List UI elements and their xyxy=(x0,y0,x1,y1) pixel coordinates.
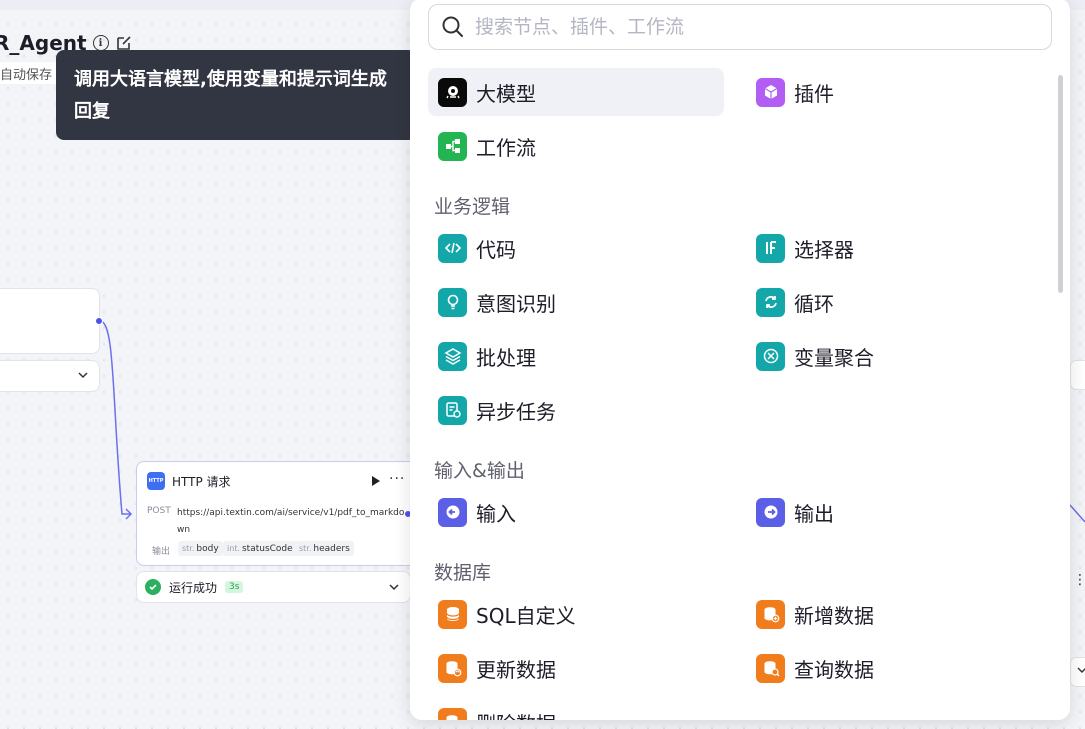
llm-icon xyxy=(438,77,467,107)
node-item-intent[interactable]: 意图识别 xyxy=(428,278,724,326)
canvas-node-fragment[interactable] xyxy=(0,288,100,354)
llm-tooltip: 调用大语言模型,使用变量和提示词生成回复 xyxy=(56,50,416,140)
node-item-async-task[interactable]: 异步任务 xyxy=(428,386,724,434)
node-item-update-data[interactable]: 更新数据 xyxy=(428,644,724,692)
add-node-panel: 大模型 插件 工作流 业务逻辑 代码 选择器 意图识别 循环 xyxy=(410,0,1070,720)
node-status-dropdown[interactable] xyxy=(0,360,100,392)
node-item-add-data[interactable]: 新增数据 xyxy=(746,590,1042,638)
loop-icon xyxy=(756,287,785,317)
variable-merge-icon xyxy=(756,341,785,371)
play-icon[interactable] xyxy=(371,475,381,487)
database-query-icon xyxy=(756,653,785,683)
code-icon xyxy=(438,233,467,263)
chevron-down-icon xyxy=(389,584,399,591)
search-icon xyxy=(442,16,463,37)
workflow-icon xyxy=(438,131,467,161)
node-item-workflow[interactable]: 工作流 xyxy=(428,122,724,170)
input-icon xyxy=(438,497,467,527)
plugin-cube-icon xyxy=(756,77,785,107)
if-selector-icon xyxy=(756,233,785,263)
http-url: https://api.textin.com/ai/service/v1/pdf… xyxy=(177,508,405,535)
node-item-output[interactable]: 输出 xyxy=(746,488,1042,536)
output-tag-headers: str. headers xyxy=(295,541,354,556)
database-add-icon xyxy=(756,599,785,629)
database-update-icon xyxy=(438,653,467,683)
run-duration-badge: 3s xyxy=(225,581,244,593)
more-icon[interactable]: ⋮ xyxy=(1073,572,1085,588)
output-tag-body: str. body xyxy=(178,541,223,556)
intent-bulb-icon xyxy=(438,287,467,317)
database-delete-icon xyxy=(438,707,467,720)
node-item-input[interactable]: 输入 xyxy=(428,488,724,536)
node-item-delete-data[interactable]: 删除数据 xyxy=(428,698,724,720)
http-method: POST xyxy=(147,506,171,516)
success-check-icon xyxy=(145,579,161,595)
node-item-query-data[interactable]: 查询数据 xyxy=(746,644,1042,692)
output-icon xyxy=(756,497,785,527)
http-request-node[interactable]: HTTP HTTP 请求 ··· POST https://api.textin… xyxy=(136,461,416,566)
node-item-llm[interactable]: 大模型 xyxy=(428,68,724,116)
http-node-title: HTTP 请求 xyxy=(172,474,231,489)
more-icon[interactable]: ··· xyxy=(389,471,405,487)
chevron-down-icon xyxy=(1077,667,1085,673)
async-task-icon xyxy=(438,395,467,425)
node-item-plugin[interactable]: 插件 xyxy=(746,68,1042,116)
database-sql-icon xyxy=(438,599,467,629)
run-status-bar[interactable]: 运行成功 3s xyxy=(136,571,411,603)
search-input[interactable] xyxy=(475,16,1035,38)
node-item-batch[interactable]: 批处理 xyxy=(428,332,724,380)
output-tag-statuscode: int. statusCode xyxy=(223,541,297,556)
output-port[interactable] xyxy=(95,317,103,325)
canvas-node-fragment-right[interactable] xyxy=(1070,360,1085,390)
section-title-logic: 业务逻辑 xyxy=(434,196,511,218)
node-item-selector[interactable]: 选择器 xyxy=(746,224,1042,272)
run-status-text: 运行成功 xyxy=(169,580,218,595)
node-search-box[interactable] xyxy=(428,4,1052,50)
node-item-loop[interactable]: 循环 xyxy=(746,278,1042,326)
section-title-io: 输入&输出 xyxy=(434,460,525,482)
node-item-variable-merge[interactable]: 变量聚合 xyxy=(746,332,1042,380)
section-title-database: 数据库 xyxy=(434,562,492,584)
node-item-sql-custom[interactable]: SQL自定义 xyxy=(428,590,724,638)
http-icon: HTTP xyxy=(147,472,165,490)
batch-layers-icon xyxy=(438,341,467,371)
node-item-code[interactable]: 代码 xyxy=(428,224,724,272)
output-label: 输出 xyxy=(152,547,171,557)
chevron-down-icon xyxy=(78,372,88,379)
panel-scrollbar[interactable] xyxy=(1058,75,1063,293)
